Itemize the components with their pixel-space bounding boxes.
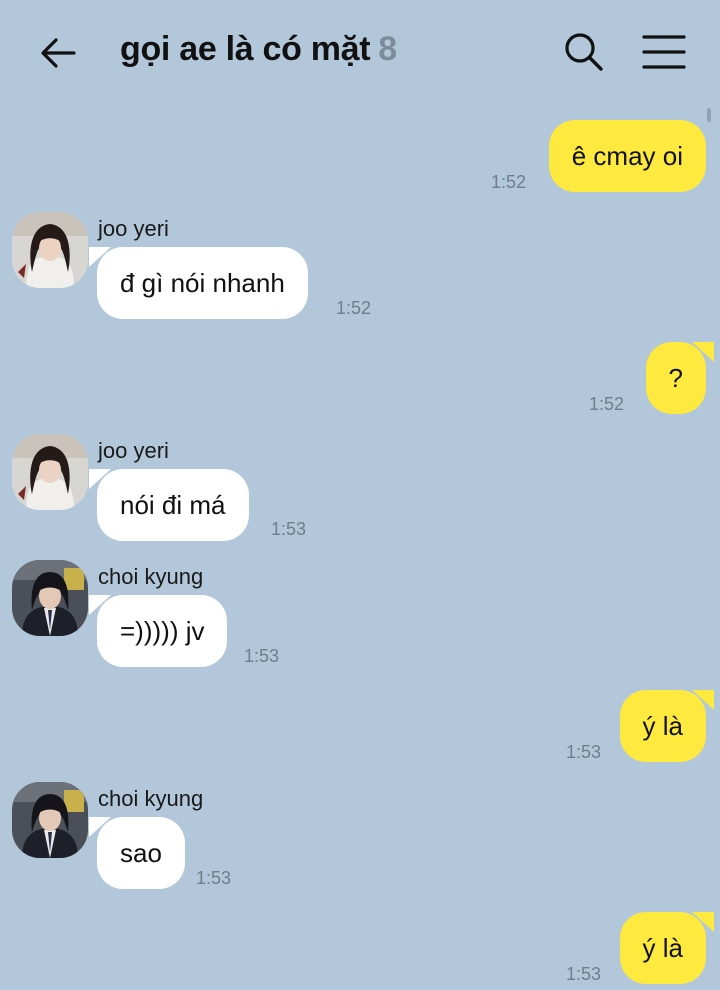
message-time: 1:52 bbox=[490, 172, 526, 192]
message-row-outgoing: 1:53 ý là bbox=[0, 690, 720, 770]
message-bubble-incoming[interactable]: sao bbox=[89, 817, 185, 889]
avatar-choi-kyung[interactable] bbox=[12, 782, 88, 858]
message-bubble-incoming[interactable]: =))))) jv bbox=[88, 595, 228, 667]
avatar-joo-yeri[interactable] bbox=[12, 434, 88, 510]
message-bubble-outgoing[interactable]: ? bbox=[645, 342, 715, 414]
message-bubble-incoming[interactable]: đ gì nói nhanh bbox=[89, 247, 308, 319]
message-row-outgoing: 1:52 ? bbox=[0, 342, 720, 422]
search-icon bbox=[565, 33, 603, 71]
sender-name: joo yeri bbox=[98, 216, 169, 241]
message-bubble-outgoing[interactable]: ý là bbox=[619, 912, 715, 984]
message-row-outgoing: 1:53 ý là bbox=[0, 912, 720, 990]
message-time: 1:53 bbox=[244, 646, 280, 666]
chat-title: gọi ae là có mặt bbox=[120, 30, 371, 68]
message-row-incoming: joo yeri nói đi má 1:53 bbox=[0, 434, 720, 544]
search-button[interactable] bbox=[562, 30, 606, 74]
message-time: 1:53 bbox=[271, 519, 307, 539]
message-time: 1:52 bbox=[588, 394, 624, 414]
menu-button[interactable] bbox=[642, 32, 686, 72]
profile-photo-icon bbox=[12, 782, 88, 858]
profile-photo-icon bbox=[12, 212, 88, 288]
message-time: 1:53 bbox=[565, 964, 601, 984]
member-count: 8 bbox=[378, 30, 397, 68]
sender-name: choi kyung bbox=[98, 564, 204, 589]
sender-name: choi kyung bbox=[98, 786, 204, 811]
message-row-incoming: choi kyung =))))) jv 1:53 bbox=[0, 560, 720, 670]
message-row-incoming: joo yeri đ gì nói nhanh 1:52 bbox=[0, 212, 720, 322]
profile-photo-icon bbox=[12, 434, 88, 510]
chat-title-container: gọi ae là có mặt 8 bbox=[120, 30, 397, 69]
message-bubble-incoming[interactable]: nói đi má bbox=[89, 469, 249, 541]
message-bubble-outgoing[interactable]: ý là bbox=[619, 690, 715, 762]
message-time: 1:53 bbox=[196, 868, 232, 888]
sender-name: joo yeri bbox=[98, 438, 169, 463]
avatar-choi-kyung[interactable] bbox=[12, 560, 88, 636]
chat-header: gọi ae là có mặt 8 bbox=[0, 0, 720, 104]
message-row-outgoing: 1:52 ê cmay oi bbox=[0, 120, 720, 200]
profile-photo-icon bbox=[12, 560, 88, 636]
avatar-joo-yeri[interactable] bbox=[12, 212, 88, 288]
hamburger-menu-icon bbox=[642, 35, 686, 69]
message-time: 1:53 bbox=[565, 742, 601, 762]
arrow-left-icon bbox=[41, 38, 76, 68]
message-time: 1:52 bbox=[336, 298, 372, 318]
message-row-incoming: choi kyung sao 1:53 bbox=[0, 782, 720, 892]
back-button[interactable] bbox=[36, 32, 80, 76]
message-bubble-outgoing[interactable]: ê cmay oi bbox=[548, 120, 706, 192]
